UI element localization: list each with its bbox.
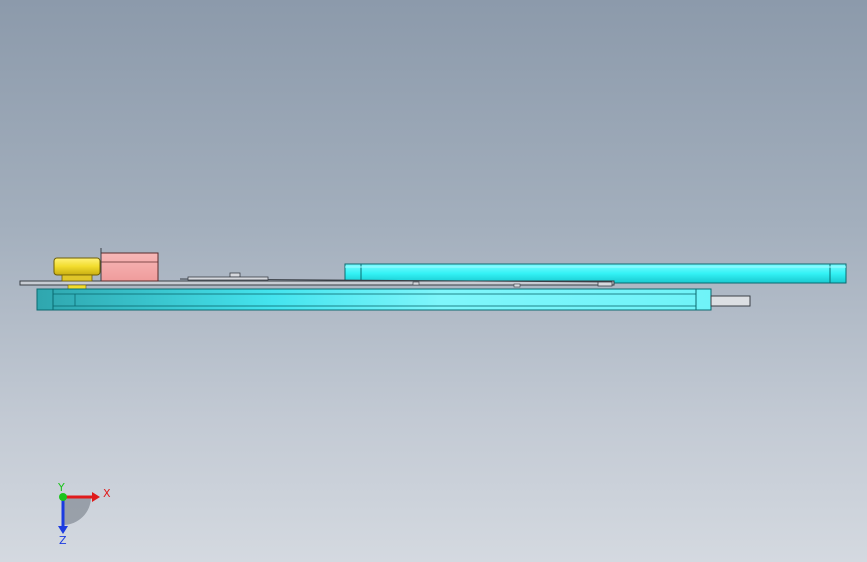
pink-component[interactable] <box>100 248 159 282</box>
y-axis-label: Y <box>57 481 65 494</box>
grey-extension[interactable] <box>710 295 751 307</box>
x-axis-label: X <box>103 487 111 500</box>
cad-viewport[interactable]: X Y Z <box>0 0 867 562</box>
coordinate-triad: X Y Z <box>57 481 111 547</box>
top-cyan-bar[interactable] <box>344 263 847 284</box>
model-view[interactable]: X Y Z <box>0 0 867 562</box>
z-axis-arrow <box>58 526 68 534</box>
z-axis-label: Z <box>59 534 67 547</box>
lower-cyan-bar[interactable] <box>36 288 712 311</box>
y-axis-dot <box>59 493 67 501</box>
triad-plane-shade <box>63 497 91 525</box>
x-axis-arrow <box>92 492 100 502</box>
